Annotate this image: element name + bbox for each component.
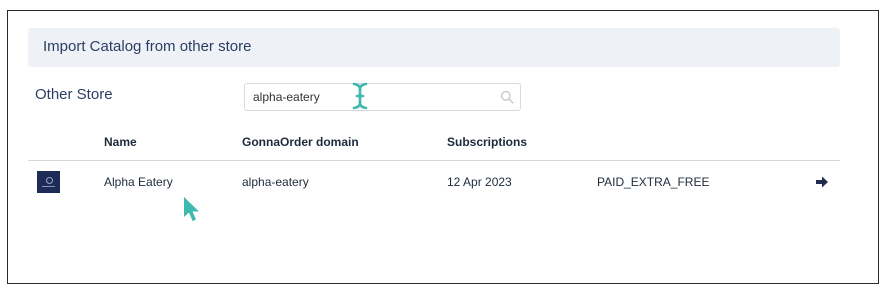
mouse-pointer-icon [184, 197, 199, 221]
store-name-cell[interactable]: Alpha Eatery [104, 175, 173, 189]
column-header-name: Name [104, 135, 137, 149]
subscription-date-cell: 12 Apr 2023 [447, 175, 512, 189]
store-logo-thumbnail [37, 171, 60, 193]
column-header-domain: GonnaOrder domain [242, 135, 359, 149]
other-store-label: Other Store [35, 86, 113, 103]
store-search-box[interactable] [244, 83, 521, 111]
column-header-subscriptions: Subscriptions [447, 135, 528, 149]
panel-title: Import Catalog from other store [43, 38, 252, 55]
store-search-input[interactable] [253, 90, 483, 104]
arrow-right-icon[interactable] [815, 175, 829, 189]
table-row[interactable]: Alpha Eatery alpha-eatery 12 Apr 2023 PA… [8, 161, 880, 203]
panel-header: Import Catalog from other store [28, 28, 840, 67]
subscription-plan-cell: PAID_EXTRA_FREE [597, 175, 710, 189]
text-cursor-icon [352, 82, 368, 110]
import-catalog-panel: Import Catalog from other store Other St… [7, 10, 879, 284]
search-icon[interactable] [500, 90, 514, 104]
store-domain-cell: alpha-eatery [242, 175, 309, 189]
